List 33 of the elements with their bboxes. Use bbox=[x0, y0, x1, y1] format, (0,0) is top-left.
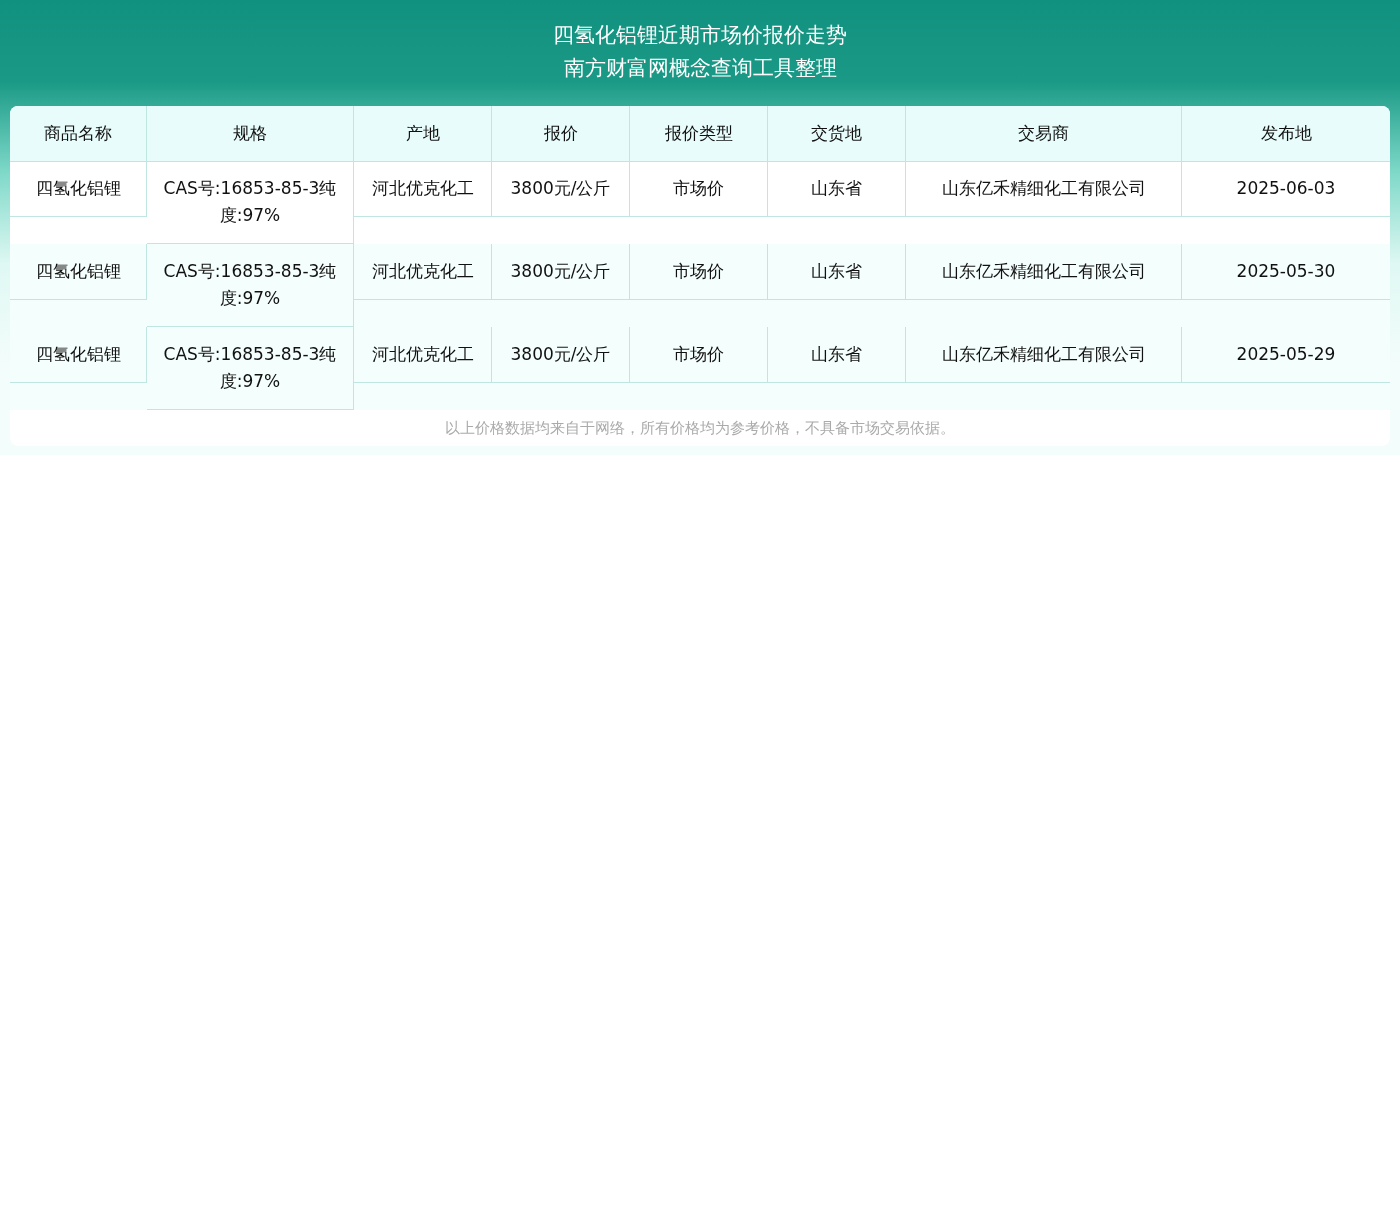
column-header: 商品名称 bbox=[10, 106, 147, 162]
table-cell: CAS号:16853-85-3纯度:97% bbox=[147, 327, 354, 410]
footnote-text: 以上价格数据均来自于网络，所有价格均为参考价格，不具备市场交易依据。 bbox=[444, 418, 956, 439]
page-title: 南方财富网概念查询工具整理 bbox=[563, 56, 837, 80]
table-cell: 3800元/公斤 bbox=[492, 244, 630, 300]
table-cell: 市场价 bbox=[630, 244, 768, 300]
column-header: 产地 bbox=[354, 106, 492, 162]
column-header: 报价 bbox=[492, 106, 630, 162]
table-cell: 山东亿禾精细化工有限公司 bbox=[906, 244, 1182, 300]
table-cell: 3800元/公斤 bbox=[492, 327, 630, 383]
table-cell: 2025-05-29 bbox=[1182, 327, 1390, 383]
table-cell: 四氢化铝锂 bbox=[10, 244, 147, 300]
table-cell: 市场价 bbox=[630, 327, 768, 383]
table-cell: 四氢化铝锂 bbox=[10, 327, 147, 383]
table-cell: 山东省 bbox=[768, 244, 906, 300]
table-cell: 山东亿禾精细化工有限公司 bbox=[906, 327, 1182, 383]
column-header: 报价类型 bbox=[630, 106, 768, 162]
table-cell: 河北优克化工 bbox=[354, 161, 492, 217]
table-cell: 河北优克化工 bbox=[354, 244, 492, 300]
table-cell: 山东省 bbox=[768, 161, 906, 217]
column-header: 发布地 bbox=[1182, 106, 1390, 162]
table-cell: 河北优克化工 bbox=[354, 327, 492, 383]
column-header: 交易商 bbox=[906, 106, 1182, 162]
table-cell: 山东亿禾精细化工有限公司 bbox=[906, 161, 1182, 217]
column-header: 规格 bbox=[147, 106, 354, 162]
page-title: 四氢化铝锂近期市场价报价走势 bbox=[553, 23, 847, 47]
table-cell: 2025-05-30 bbox=[1182, 244, 1390, 300]
table-cell: 市场价 bbox=[630, 161, 768, 217]
table-cell: 3800元/公斤 bbox=[492, 161, 630, 217]
table-cell: 四氢化铝锂 bbox=[10, 161, 147, 217]
table-cell: 2025-06-03 bbox=[1182, 161, 1390, 217]
table-cell: 山东省 bbox=[768, 327, 906, 383]
column-header: 交货地 bbox=[768, 106, 906, 162]
